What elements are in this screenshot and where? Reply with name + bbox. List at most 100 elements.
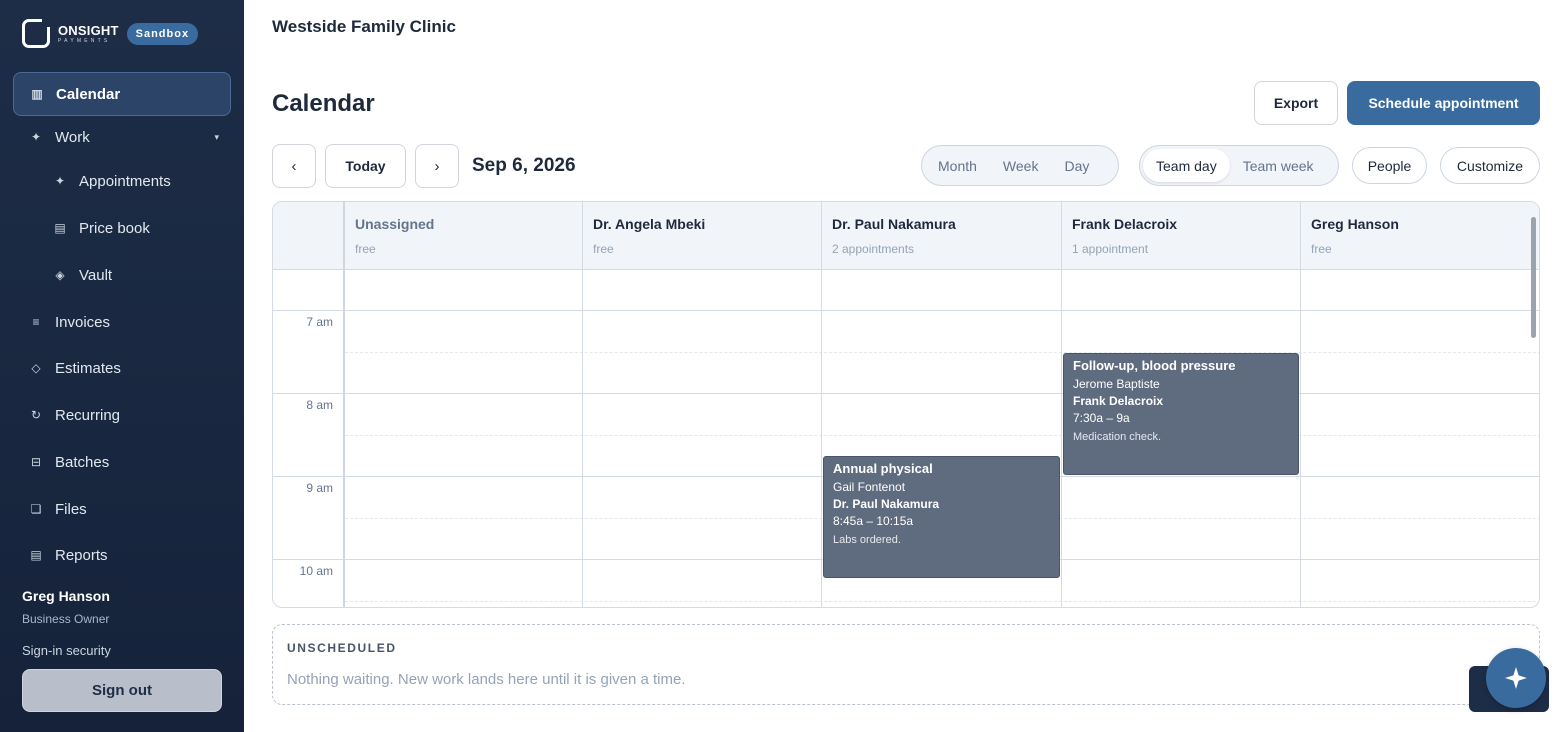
- sidebar-item-label: Work: [55, 128, 90, 146]
- appointment-note: Medication check.: [1073, 430, 1162, 443]
- sidebar-item-label: Reports: [55, 546, 108, 564]
- view-month-tab[interactable]: Month: [925, 149, 990, 182]
- sidebar-item-recurring[interactable]: ↻ Recurring: [13, 393, 231, 437]
- sidebar-item-work[interactable]: ✦ Work ▾: [13, 115, 231, 159]
- view-switcher: Month Week Day: [921, 145, 1119, 186]
- appointment-patient: Jerome Baptiste: [1073, 376, 1160, 391]
- sidebar: ONSIGHT PAYMENTS Sandbox ▥ Calendar ✦ Wo…: [0, 0, 244, 732]
- user-role: Business Owner: [22, 612, 110, 626]
- customize-button[interactable]: Customize: [1440, 147, 1540, 184]
- column-name: Greg Hanson: [1311, 216, 1399, 232]
- team-day-tab[interactable]: Team day: [1143, 149, 1230, 182]
- repeat-icon: ↻: [30, 408, 42, 422]
- column-name: Dr. Paul Nakamura: [832, 216, 956, 232]
- column-header-paul-nakamura[interactable]: Dr. Paul Nakamura 2 appointments: [822, 202, 1061, 269]
- sidebar-item-label: Batches: [55, 453, 110, 471]
- grid-half-line: [345, 601, 1539, 602]
- book-icon: ▤: [54, 221, 66, 235]
- time-label: 8 am: [306, 398, 333, 412]
- calendar-icon: ▥: [31, 87, 43, 101]
- time-label: 7 am: [306, 315, 333, 329]
- brand-name: ONSIGHT: [58, 22, 119, 38]
- sidebar-item-batches[interactable]: ⊟ Batches: [13, 440, 231, 484]
- sidebar-item-label: Estimates: [55, 359, 121, 377]
- column-name: Unassigned: [355, 216, 435, 232]
- appointment-provider: Frank Delacroix: [1073, 393, 1164, 408]
- column-header-frank-delacroix[interactable]: Frank Delacroix 1 appointment: [1062, 202, 1300, 269]
- column-summary: free: [593, 242, 614, 256]
- calendar-grid: Unassigned free Dr. Angela Mbeki free Dr…: [272, 201, 1540, 608]
- assistant-button[interactable]: [1486, 648, 1546, 708]
- sidebar-item-label: Vault: [79, 266, 113, 284]
- sidebar-item-reports[interactable]: ▤ Reports: [13, 533, 231, 577]
- sidebar-item-invoices[interactable]: ≡ Invoices: [13, 300, 231, 344]
- view-week-tab[interactable]: Week: [990, 149, 1052, 182]
- scrollbar-thumb[interactable]: [1531, 217, 1536, 338]
- people-button[interactable]: People: [1352, 147, 1427, 184]
- sidebar-item-label: Appointments: [79, 172, 171, 190]
- brand-tagline: PAYMENTS: [58, 37, 111, 44]
- sign-in-security-link[interactable]: Sign-in security: [22, 643, 111, 658]
- export-button[interactable]: Export: [1254, 81, 1338, 125]
- sparkle-icon: ✦: [30, 130, 42, 144]
- column-name: Frank Delacroix: [1072, 216, 1178, 232]
- column-header-unassigned[interactable]: Unassigned free: [345, 202, 582, 269]
- time-label: 9 am: [306, 481, 333, 495]
- sidebar-item-files[interactable]: ❏ Files: [13, 487, 231, 531]
- column-summary: free: [1311, 242, 1332, 256]
- report-icon: ▤: [30, 548, 42, 562]
- page-title: Calendar: [272, 90, 375, 117]
- sidebar-item-price-book[interactable]: ▤ Price book: [37, 206, 231, 250]
- team-view-switcher: Team day Team week: [1139, 145, 1339, 186]
- sidebar-item-estimates[interactable]: ◇ Estimates: [13, 346, 231, 390]
- appointment-card[interactable]: Follow-up, blood pressure Jerome Baptist…: [1063, 353, 1299, 475]
- view-day-tab[interactable]: Day: [1051, 149, 1102, 182]
- appointment-note: Labs ordered.: [833, 533, 901, 546]
- grid-half-line: [345, 352, 1539, 353]
- current-date: Sep 6, 2026: [472, 155, 576, 176]
- appointment-card[interactable]: Annual physical Gail Fontenot Dr. Paul N…: [823, 456, 1060, 578]
- sidebar-item-label: Calendar: [56, 85, 121, 103]
- sidebar-item-calendar[interactable]: ▥ Calendar: [13, 72, 231, 116]
- today-button[interactable]: Today: [325, 144, 406, 188]
- sidebar-item-label: Files: [55, 500, 87, 518]
- logo-wordmark: ONSIGHT PAYMENTS: [58, 24, 119, 44]
- grid-half-line: [345, 435, 1539, 436]
- column-summary: free: [355, 242, 376, 256]
- appointment-title: Annual physical: [833, 461, 933, 476]
- sign-out-button[interactable]: Sign out: [22, 669, 222, 712]
- unscheduled-panel: UNSCHEDULED Nothing waiting. New work la…: [272, 624, 1540, 705]
- batch-icon: ⊟: [30, 455, 42, 469]
- column-header-angela-mbeki[interactable]: Dr. Angela Mbeki free: [583, 202, 821, 269]
- unscheduled-message: Nothing waiting. New work lands here unt…: [287, 671, 686, 688]
- time-label: 10 am: [299, 564, 333, 578]
- appointment-provider: Dr. Paul Nakamura: [833, 496, 940, 511]
- logo-icon: [22, 19, 50, 48]
- file-icon: ❏: [30, 502, 42, 516]
- sidebar-item-label: Invoices: [55, 313, 111, 331]
- appointment-time: 7:30a – 9a: [1073, 411, 1130, 426]
- previous-day-button[interactable]: ‹: [272, 144, 316, 188]
- sidebar-item-vault[interactable]: ◈ Vault: [37, 253, 231, 297]
- next-day-button[interactable]: ›: [415, 144, 459, 188]
- column-header-greg-hanson[interactable]: Greg Hanson free: [1301, 202, 1531, 269]
- schedule-appointment-button[interactable]: Schedule appointment: [1347, 81, 1540, 125]
- brand: ONSIGHT PAYMENTS Sandbox: [22, 19, 199, 48]
- sparkle-icon: [1505, 667, 1527, 689]
- appointment-title: Follow-up, blood pressure: [1073, 358, 1236, 373]
- sidebar-item-label: Recurring: [55, 406, 121, 424]
- chevron-down-icon: ▾: [214, 131, 219, 142]
- team-week-tab[interactable]: Team week: [1230, 149, 1327, 182]
- sidebar-item-label: Price book: [79, 219, 150, 237]
- clinic-name: Westside Family Clinic: [272, 17, 456, 36]
- grid-line: [273, 393, 1539, 394]
- sparkle-icon: ✦: [54, 174, 66, 188]
- column-summary: 1 appointment: [1072, 242, 1149, 256]
- column-name: Dr. Angela Mbeki: [593, 216, 706, 232]
- column-summary: 2 appointments: [832, 242, 915, 256]
- appointment-time: 8:45a – 10:15a: [833, 514, 914, 529]
- appointment-patient: Gail Fontenot: [833, 479, 906, 494]
- diamond-icon: ◇: [31, 361, 41, 375]
- invoice-icon: ≡: [32, 315, 40, 329]
- sidebar-item-appointments[interactable]: ✦ Appointments: [37, 159, 231, 203]
